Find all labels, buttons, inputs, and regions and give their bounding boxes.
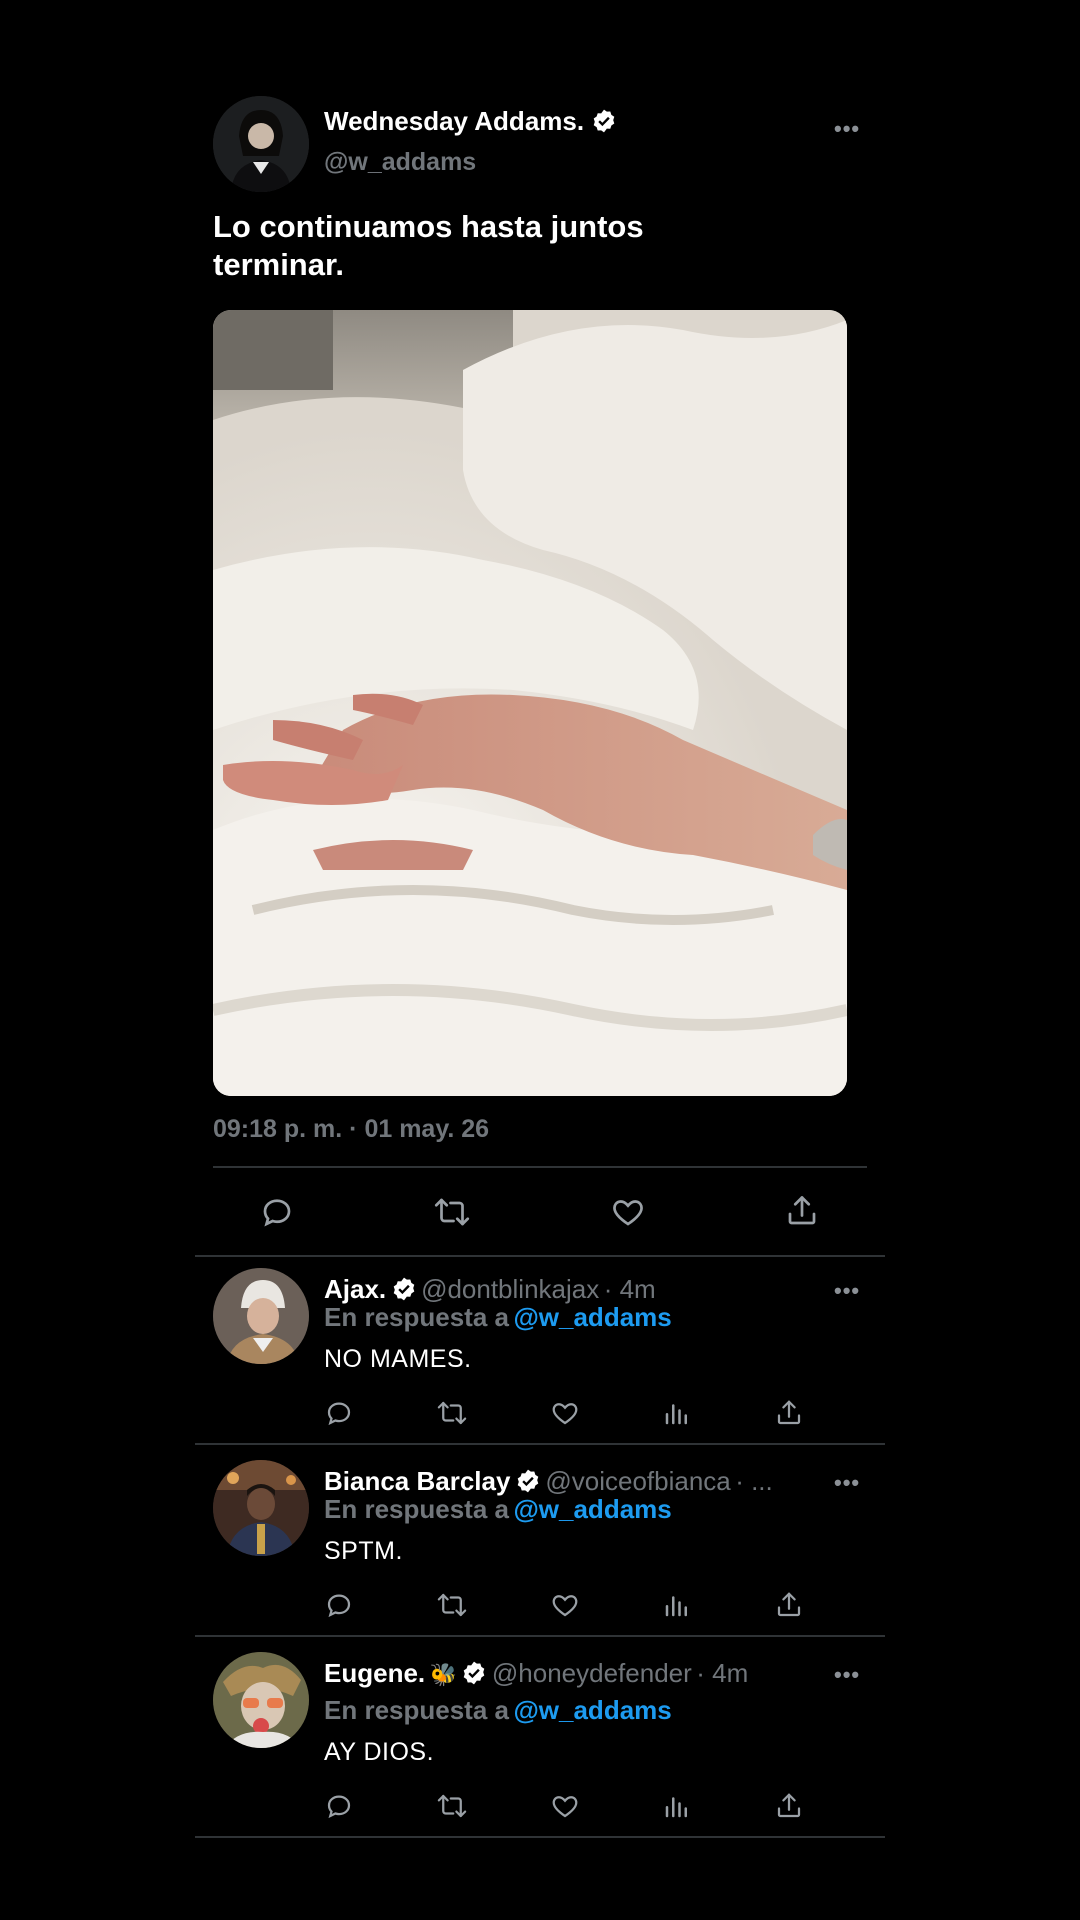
like-icon[interactable] [549,1791,581,1821]
media-photo [213,310,847,1096]
reply-handle[interactable]: @dontblinkajax [421,1274,599,1304]
retweet-icon[interactable] [435,1398,469,1428]
more-icon[interactable]: ••• [834,1662,860,1688]
reply-context-prefix: En respuesta a [324,1302,509,1332]
main-tweet-divider [195,1255,885,1257]
verified-icon [515,1468,541,1494]
views-icon[interactable] [662,1590,692,1620]
reply-icon[interactable] [259,1194,295,1230]
share-icon[interactable] [774,1397,804,1429]
reply-context: En respuesta a @w_addams [324,1494,672,1525]
reply-handle[interactable]: @honeydefender [492,1658,692,1688]
reply-icon[interactable] [324,1791,354,1821]
like-icon[interactable] [609,1194,647,1230]
reply-context-prefix: En respuesta a [324,1695,509,1725]
reply-name[interactable]: Bianca Barclay [324,1466,510,1496]
reply-context-prefix: En respuesta a [324,1494,509,1524]
verified-icon [391,1276,417,1302]
author-handle[interactable]: @w_addams [324,148,476,177]
reply-name[interactable]: Ajax. [324,1274,386,1304]
reply-avatar[interactable] [213,1460,309,1556]
bee-emoji: 🐝 [429,1662,457,1687]
tweet-media[interactable] [213,310,847,1096]
reply-header: Eugene. 🐝 @honeydefender · 4m [324,1658,748,1689]
reply-name[interactable]: Eugene. [324,1658,425,1688]
share-icon[interactable] [774,1589,804,1621]
like-icon[interactable] [549,1590,581,1620]
reply-avatar[interactable] [213,1652,309,1748]
reply-context-mention[interactable]: @w_addams [513,1302,671,1332]
share-icon[interactable] [784,1192,820,1230]
reply-icon[interactable] [324,1590,354,1620]
reply-text: NO MAMES. [324,1345,472,1373]
verified-icon [591,108,617,134]
verified-icon [461,1660,487,1686]
reply-handle[interactable]: @voiceofbianca [545,1466,730,1496]
reply-header: Ajax. @dontblinkajax · 4m [324,1274,656,1305]
reply-avatar[interactable] [213,1268,309,1364]
like-icon[interactable] [549,1398,581,1428]
reply-time: · ... [735,1466,773,1496]
reply-context-mention[interactable]: @w_addams [513,1494,671,1524]
author-name-row: Wednesday Addams. [324,106,617,137]
reply-context: En respuesta a @w_addams [324,1302,672,1333]
views-icon[interactable] [662,1791,692,1821]
reply-divider [195,1836,885,1838]
reply-text: SPTM. [324,1537,403,1565]
author-avatar[interactable] [213,96,309,192]
retweet-icon[interactable] [432,1194,472,1230]
tweet-text: Lo continuamos hasta juntos terminar. [213,209,644,282]
reply-divider [195,1443,885,1445]
more-icon[interactable]: ••• [834,1470,860,1496]
timestamp-divider [213,1166,867,1168]
share-icon[interactable] [774,1790,804,1822]
author-name[interactable]: Wednesday Addams. [324,106,584,136]
reply-icon[interactable] [324,1398,354,1428]
more-icon[interactable]: ••• [834,116,860,142]
views-icon[interactable] [662,1398,692,1428]
reply-divider [195,1635,885,1637]
reply-text: AY DIOS. [324,1738,435,1766]
reply-context-mention[interactable]: @w_addams [513,1695,671,1725]
reply-time: · 4m [603,1274,656,1304]
retweet-icon[interactable] [435,1791,469,1821]
reply-context: En respuesta a @w_addams [324,1695,672,1726]
reply-header: Bianca Barclay @voiceofbianca · ... [324,1466,773,1497]
reply-time: · 4m [696,1658,749,1688]
tweet-timestamp[interactable]: 09:18 p. m. · 01 may. 26 [213,1115,489,1144]
more-icon[interactable]: ••• [834,1278,860,1304]
retweet-icon[interactable] [435,1590,469,1620]
